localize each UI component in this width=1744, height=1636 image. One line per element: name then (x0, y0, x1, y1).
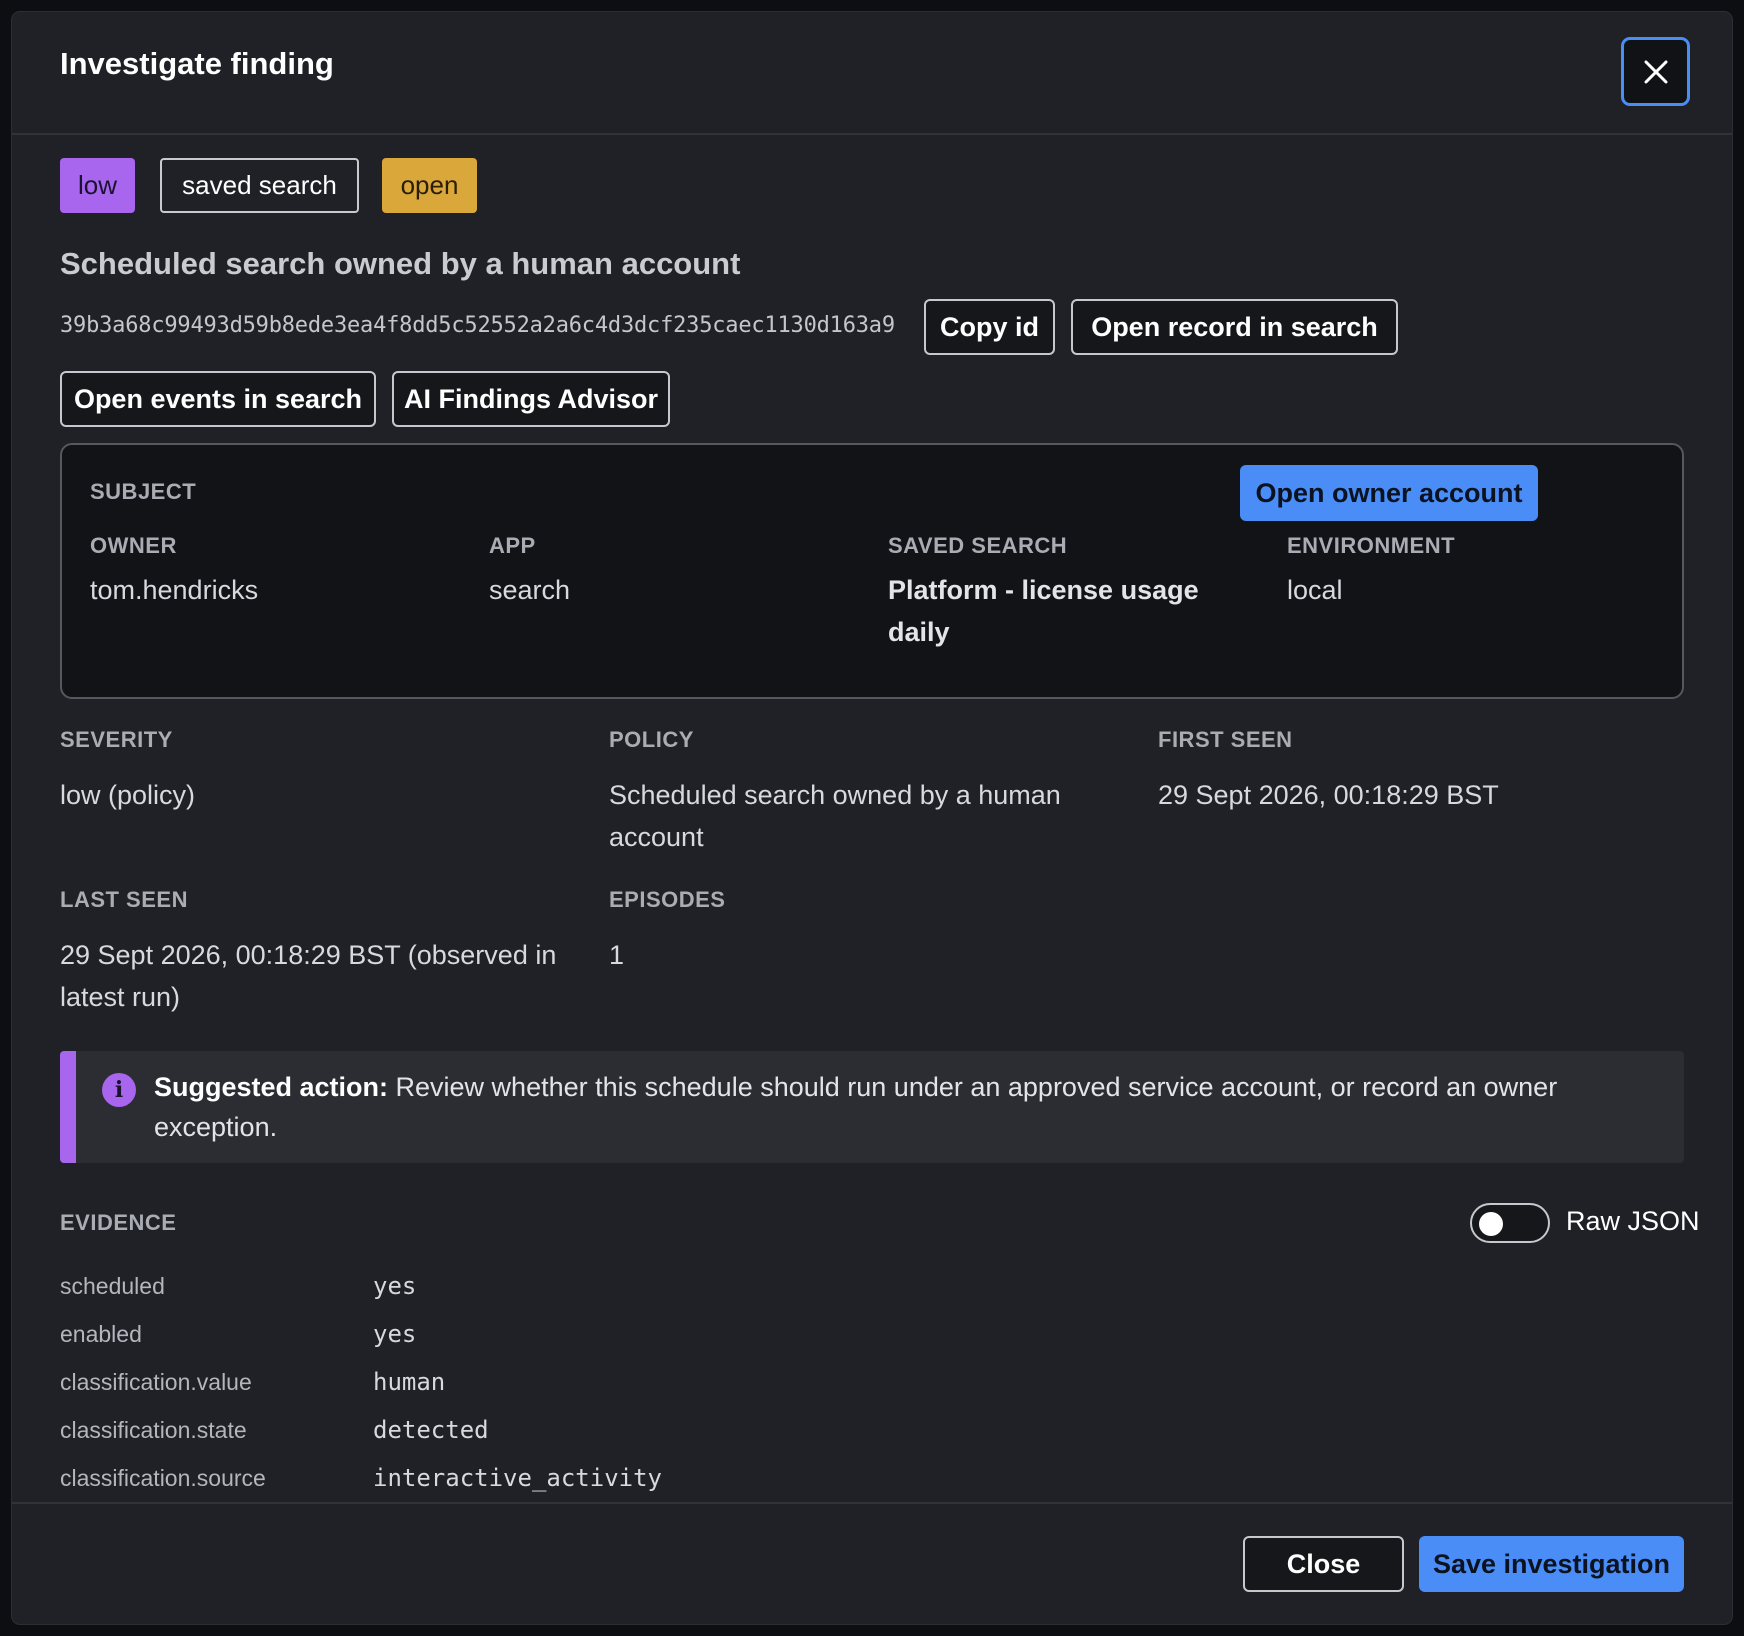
policy-value: Scheduled search owned by a human accoun… (609, 780, 1061, 852)
subject-heading: SUBJECT (90, 479, 197, 504)
first-seen-label: FIRST SEEN (1158, 727, 1293, 752)
severity-value: low (policy) (60, 780, 196, 810)
episodes-value: 1 (609, 940, 625, 970)
dialog-title: Investigate finding (60, 46, 334, 81)
evidence-key: enabled (60, 1321, 142, 1347)
severity-label: SEVERITY (60, 727, 173, 752)
last-seen-value: 29 Sept 2026, 00:18:29 BST (observed in … (60, 940, 557, 1012)
severity-badge: low (60, 158, 135, 213)
evidence-value: human (373, 1368, 446, 1396)
suggested-action-text: Suggested action: Review whether this sc… (154, 1067, 1634, 1147)
raw-json-toggle[interactable] (1470, 1203, 1550, 1243)
suggested-action-lead: Suggested action: (154, 1072, 389, 1102)
investigate-finding-dialog: Investigate finding low saved search ope… (12, 12, 1732, 1624)
first-seen-value: 29 Sept 2026, 00:18:29 BST (1158, 780, 1499, 810)
evidence-key: classification.value (60, 1369, 252, 1395)
info-icon: i (102, 1073, 136, 1107)
toggle-knob (1479, 1212, 1503, 1236)
type-badge: saved search (160, 158, 359, 213)
finding-id: 39b3a68c99493d59b8ede3ea4f8dd5c52552a2a6… (60, 313, 895, 338)
save-investigation-button[interactable]: Save investigation (1419, 1536, 1684, 1592)
suggested-action-callout: i Suggested action: Review whether this … (60, 1051, 1684, 1163)
evidence-value: yes (373, 1272, 417, 1300)
open-events-in-search-button[interactable]: Open events in search (60, 371, 376, 427)
finding-title: Scheduled search owned by a human accoun… (60, 246, 741, 281)
environment-label: ENVIRONMENT (1287, 533, 1456, 558)
last-seen-label: LAST SEEN (60, 887, 188, 912)
evidence-heading: EVIDENCE (60, 1210, 177, 1235)
close-dialog-button[interactable] (1621, 37, 1690, 106)
environment-value: local (1287, 575, 1343, 605)
status-badge: open (382, 158, 477, 213)
copy-id-button[interactable]: Copy id (924, 299, 1055, 355)
evidence-value: yes (373, 1320, 417, 1348)
evidence-key: classification.source (60, 1465, 266, 1491)
episodes-label: EPISODES (609, 887, 726, 912)
open-record-in-search-button[interactable]: Open record in search (1071, 299, 1398, 355)
ai-findings-advisor-button[interactable]: AI Findings Advisor (392, 371, 670, 427)
dialog-header: Investigate finding (12, 12, 1732, 135)
close-icon (1644, 60, 1667, 83)
evidence-key: scheduled (60, 1273, 165, 1299)
saved-search-value: Platform - license usage daily (888, 575, 1199, 647)
evidence-value: detected (373, 1416, 489, 1444)
raw-json-label: Raw JSON (1566, 1206, 1700, 1236)
open-owner-account-button[interactable]: Open owner account (1240, 465, 1538, 521)
owner-label: OWNER (90, 533, 177, 558)
close-button[interactable]: Close (1243, 1536, 1404, 1592)
subject-panel: SUBJECT Open owner account OWNER tom.hen… (60, 443, 1684, 699)
evidence-key: classification.state (60, 1417, 247, 1443)
evidence-value: interactive_activity (373, 1464, 662, 1492)
app-value: search (489, 575, 571, 605)
app-label: APP (489, 533, 536, 558)
owner-value: tom.hendricks (90, 575, 259, 605)
saved-search-label: SAVED SEARCH (888, 533, 1068, 558)
callout-accent-bar (60, 1051, 76, 1163)
policy-label: POLICY (609, 727, 694, 752)
